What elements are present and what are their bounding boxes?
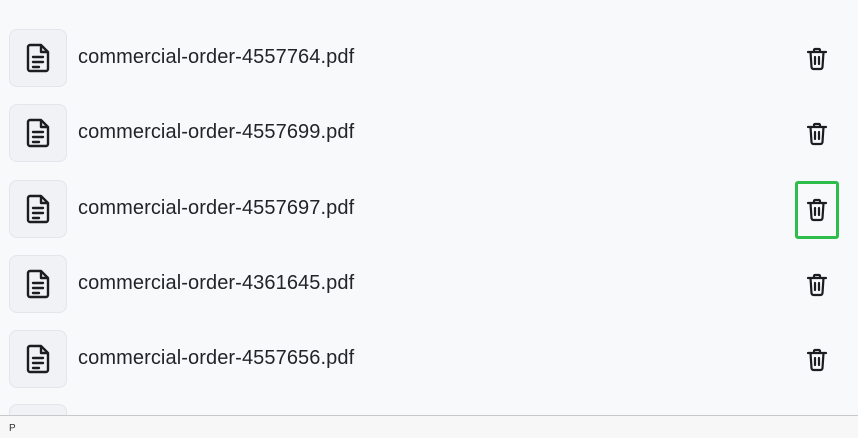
- document-icon: [9, 404, 67, 415]
- file-row[interactable]: commercial-order-4557697.pdf: [0, 180, 858, 242]
- document-icon: [9, 29, 67, 87]
- file-name[interactable]: commercial-order-4557699.pdf: [78, 121, 354, 144]
- file-name[interactable]: commercial-order-4361645.pdf: [78, 272, 354, 295]
- file-name[interactable]: commercial-order-4557697.pdf: [78, 197, 354, 220]
- trash-icon: [806, 122, 828, 146]
- delete-button[interactable]: [795, 181, 839, 239]
- file-row[interactable]: commercial-order-4557699.pdf: [0, 104, 858, 166]
- document-icon: [9, 180, 67, 238]
- file-row[interactable]: commercial-order-4557656.pdf: [0, 330, 858, 392]
- file-name[interactable]: commercial-order-4557764.pdf: [78, 46, 354, 69]
- delete-button[interactable]: [795, 105, 839, 163]
- document-icon: [9, 330, 67, 388]
- trash-icon: [806, 348, 828, 372]
- document-icon: [9, 104, 67, 162]
- status-bar: P: [0, 415, 858, 438]
- status-text: P: [9, 423, 16, 434]
- file-list: commercial-order-4557764.pdf commercial-…: [0, 0, 858, 415]
- trash-icon: [806, 198, 828, 222]
- file-name[interactable]: commercial-order-4557656.pdf: [78, 347, 354, 370]
- delete-button[interactable]: [795, 331, 839, 389]
- delete-button[interactable]: [795, 256, 839, 314]
- document-icon: [9, 255, 67, 313]
- trash-icon: [806, 47, 828, 71]
- delete-button[interactable]: [795, 30, 839, 88]
- file-row[interactable]: commercial-order-4557764.pdf: [0, 29, 858, 91]
- trash-icon: [806, 273, 828, 297]
- file-row[interactable]: commercial-order-4361645.pdf: [0, 255, 858, 317]
